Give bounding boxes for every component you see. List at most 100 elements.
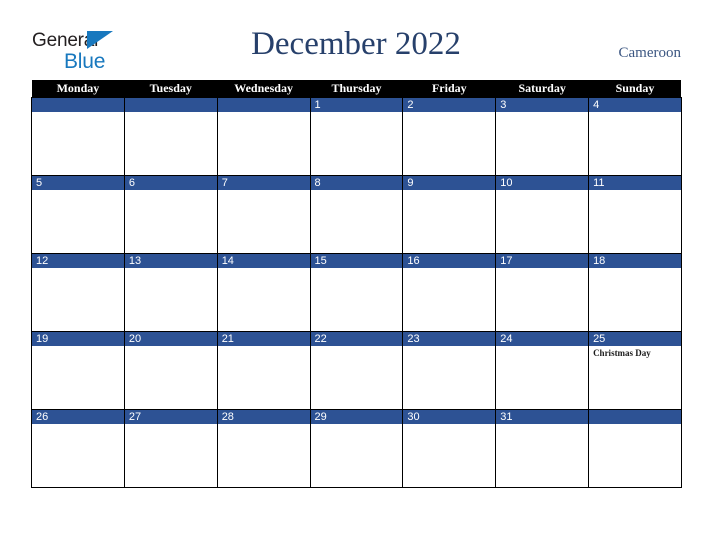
calendar-week-row: 5 6 7 8 9 10 11 xyxy=(31,175,682,254)
calendar-day-cell[interactable]: 9 xyxy=(402,175,497,254)
day-content xyxy=(218,424,310,487)
day-content xyxy=(496,112,588,175)
day-number xyxy=(217,98,310,112)
weekday-header-friday: Friday xyxy=(402,80,496,98)
day-content xyxy=(32,268,124,331)
day-number: 31 xyxy=(496,410,589,424)
day-content xyxy=(125,268,217,331)
day-content xyxy=(496,424,588,487)
calendar-day-cell[interactable]: 15 xyxy=(309,253,404,332)
calendar-day-cell[interactable]: 21 xyxy=(216,331,311,410)
calendar-day-cell[interactable] xyxy=(588,409,682,488)
calendar-body: 1 2 3 4 5 6 7 8 9 10 11 12 13 14 15 16 17 18 19 20 21 22 23 24 2… xyxy=(31,97,682,488)
day-content xyxy=(311,424,403,487)
day-number: 12 xyxy=(32,254,124,268)
calendar-day-cell[interactable]: 5 xyxy=(31,175,125,254)
calendar-day-cell[interactable]: 28 xyxy=(216,409,311,488)
calendar-day-cell[interactable]: 17 xyxy=(495,253,590,332)
day-content xyxy=(311,190,403,253)
calendar-day-cell[interactable]: 29 xyxy=(309,409,404,488)
day-number: 27 xyxy=(124,410,217,424)
day-number: 10 xyxy=(496,176,589,190)
day-number: 24 xyxy=(496,332,589,346)
day-content xyxy=(311,268,403,331)
day-number: 15 xyxy=(310,254,403,268)
calendar-day-cell[interactable]: 27 xyxy=(123,409,218,488)
day-number: 19 xyxy=(32,332,124,346)
day-number: 6 xyxy=(124,176,217,190)
calendar-day-cell[interactable]: 4 xyxy=(588,97,682,176)
calendar-day-cell[interactable]: 6 xyxy=(123,175,218,254)
day-number xyxy=(124,98,217,112)
day-content xyxy=(311,112,403,175)
day-content xyxy=(218,190,310,253)
day-content xyxy=(125,112,217,175)
day-number: 20 xyxy=(124,332,217,346)
day-number: 2 xyxy=(403,98,496,112)
weekday-header-monday: Monday xyxy=(31,80,125,98)
day-content xyxy=(496,268,588,331)
calendar-day-cell[interactable]: 20 xyxy=(123,331,218,410)
day-content xyxy=(32,190,124,253)
calendar-day-cell[interactable] xyxy=(31,97,125,176)
day-number: 9 xyxy=(403,176,496,190)
day-content xyxy=(403,424,495,487)
day-content xyxy=(496,190,588,253)
day-content xyxy=(403,190,495,253)
day-content xyxy=(311,346,403,409)
day-number: 28 xyxy=(217,410,310,424)
day-number: 7 xyxy=(217,176,310,190)
day-number: 14 xyxy=(217,254,310,268)
day-number xyxy=(589,410,681,424)
calendar-day-cell[interactable]: 14 xyxy=(216,253,311,332)
calendar-day-cell[interactable]: 23 xyxy=(402,331,497,410)
calendar-day-cell[interactable]: 10 xyxy=(495,175,590,254)
calendar-day-cell[interactable]: 24 xyxy=(495,331,590,410)
calendar-day-cell[interactable]: 31 xyxy=(495,409,590,488)
day-number: 4 xyxy=(589,98,681,112)
calendar-day-cell[interactable] xyxy=(216,97,311,176)
calendar-day-cell[interactable]: 11 xyxy=(588,175,682,254)
day-content xyxy=(218,268,310,331)
day-number xyxy=(32,98,124,112)
calendar-day-cell[interactable]: 7 xyxy=(216,175,311,254)
calendar-day-cell[interactable]: 22 xyxy=(309,331,404,410)
day-content xyxy=(32,112,124,175)
day-number: 29 xyxy=(310,410,403,424)
day-number: 26 xyxy=(32,410,124,424)
calendar-week-row: 12 13 14 15 16 17 18 xyxy=(31,253,682,332)
day-number: 18 xyxy=(589,254,681,268)
day-content xyxy=(403,112,495,175)
calendar-day-cell[interactable]: 3 xyxy=(495,97,590,176)
weekday-header-row: Monday Tuesday Wednesday Thursday Friday… xyxy=(31,80,682,98)
day-number: 16 xyxy=(403,254,496,268)
day-number: 21 xyxy=(217,332,310,346)
day-number: 5 xyxy=(32,176,124,190)
calendar-day-cell[interactable]: 8 xyxy=(309,175,404,254)
day-number: 23 xyxy=(403,332,496,346)
calendar-day-cell[interactable]: 13 xyxy=(123,253,218,332)
day-number: 8 xyxy=(310,176,403,190)
day-content xyxy=(125,190,217,253)
weekday-header-wednesday: Wednesday xyxy=(217,80,311,98)
calendar-day-cell[interactable]: 18 xyxy=(588,253,682,332)
calendar-week-row: 1234 xyxy=(31,97,682,176)
calendar-day-cell[interactable]: 16 xyxy=(402,253,497,332)
calendar-day-cell[interactable]: 2 xyxy=(402,97,497,176)
calendar-day-cell[interactable]: 19 xyxy=(31,331,125,410)
day-number: 1 xyxy=(310,98,403,112)
calendar-day-cell[interactable] xyxy=(123,97,218,176)
calendar-day-cell[interactable]: 30 xyxy=(402,409,497,488)
calendar-day-cell[interactable]: 12 xyxy=(31,253,125,332)
weekday-header-sunday: Sunday xyxy=(588,80,682,98)
calendar-day-cell[interactable]: 1 xyxy=(309,97,404,176)
calendar-week-row: 19 20 21 22 23 24 25 Christmas Day xyxy=(31,331,682,410)
day-content: Christmas Day xyxy=(589,346,681,409)
day-number: 30 xyxy=(403,410,496,424)
country-label: Cameroon xyxy=(618,45,681,61)
calendar-day-cell[interactable]: 26 xyxy=(31,409,125,488)
day-number: 11 xyxy=(589,176,681,190)
day-content xyxy=(403,346,495,409)
calendar-week-row: 26 27 28 29 30 31 xyxy=(31,409,682,488)
calendar-day-cell[interactable]: 25 Christmas Day xyxy=(588,331,682,410)
